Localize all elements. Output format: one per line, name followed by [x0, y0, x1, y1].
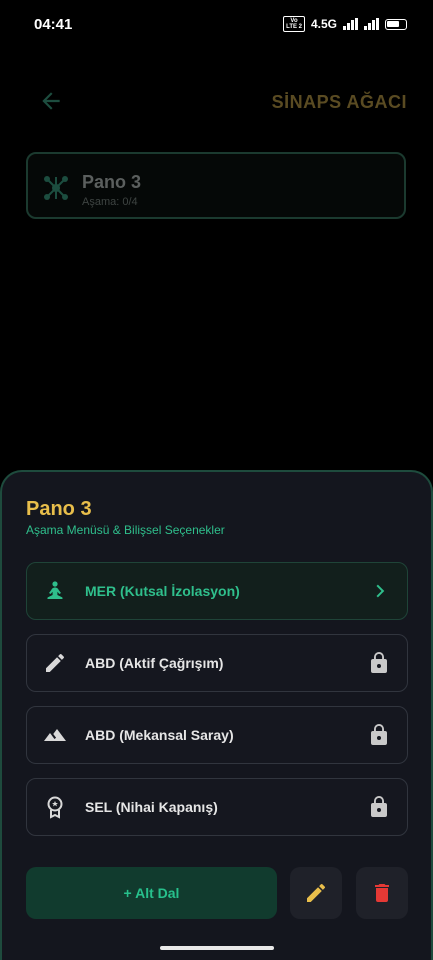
status-icons: Vo LTE 2 4.5G	[283, 16, 407, 32]
status-bar: 04:41 Vo LTE 2 4.5G	[0, 0, 433, 50]
option-label: ABD (Mekansal Saray)	[85, 727, 234, 743]
signal-icon	[343, 18, 358, 30]
home-indicator[interactable]	[160, 946, 274, 950]
delete-button[interactable]	[356, 867, 408, 919]
sheet-title: Pano 3	[26, 498, 92, 520]
stage-menu-sheet: Pano 3 Aşama Menüsü & Bilişsel Seçenekle…	[0, 470, 433, 960]
chevron-right-icon	[376, 584, 385, 598]
option-abd-aktif[interactable]: ABD (Aktif Çağrışım)	[26, 634, 408, 692]
option-sel[interactable]: SEL (Nihai Kapanış)	[26, 778, 408, 836]
option-mer[interactable]: MER (Kutsal İzolasyon)	[26, 562, 408, 620]
back-arrow-icon[interactable]	[38, 88, 64, 114]
sheet-subtitle: Aşama Menüsü & Bilişsel Seçenekler	[26, 523, 225, 537]
trash-icon	[375, 884, 389, 902]
option-label: MER (Kutsal İzolasyon)	[85, 583, 240, 599]
option-abd-mekansal[interactable]: ABD (Mekansal Saray)	[26, 706, 408, 764]
edit-button[interactable]	[290, 867, 342, 919]
lock-icon	[371, 796, 387, 817]
option-label: ABD (Aktif Çağrışım)	[85, 655, 224, 671]
add-branch-button[interactable]: + Alt Dal	[26, 867, 277, 919]
node-name: Pano 3	[82, 172, 142, 192]
status-time: 04:41	[34, 16, 73, 33]
lock-icon	[371, 652, 387, 673]
pencil-icon	[307, 883, 326, 902]
signal-icon-2	[364, 18, 379, 30]
node-stage: Aşama: 0/4	[82, 196, 138, 208]
volte-bottom: LTE 2	[286, 24, 302, 30]
page-title: SİNAPS AĞACI	[271, 92, 407, 112]
node-card[interactable]: Pano 3 Aşama: 0/4	[26, 152, 406, 219]
synapse-icon	[44, 176, 68, 200]
mountain-icon	[44, 729, 66, 741]
lock-icon	[371, 724, 387, 745]
pencil-icon	[46, 653, 65, 672]
battery-icon	[385, 18, 407, 30]
option-label: SEL (Nihai Kapanış)	[85, 799, 218, 815]
network-type: 4.5G	[310, 17, 337, 31]
award-icon	[47, 796, 63, 819]
meditation-icon	[47, 581, 63, 599]
volte-badge: Vo LTE 2	[283, 16, 305, 32]
